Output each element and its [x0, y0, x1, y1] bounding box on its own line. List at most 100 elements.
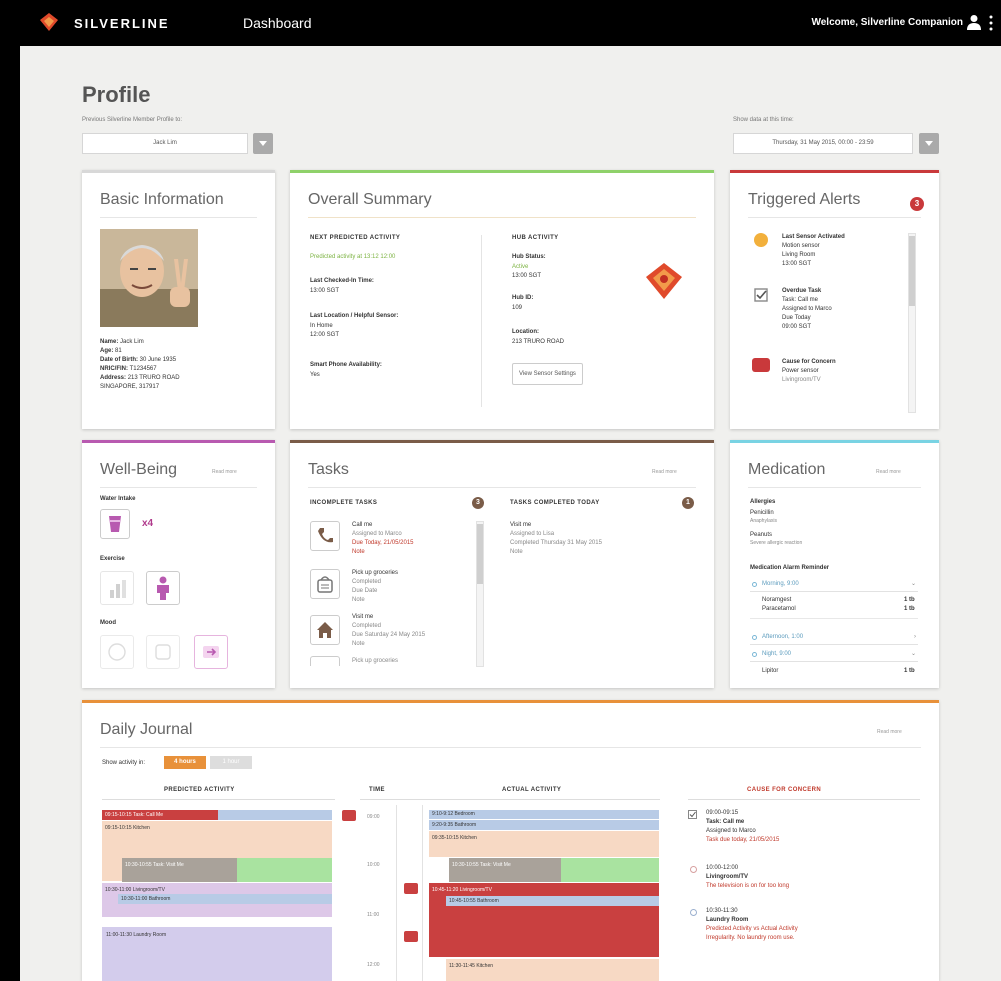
exercise-active-tile[interactable] — [146, 571, 180, 605]
toggle-1-hour[interactable]: 1 hour — [210, 756, 252, 769]
concern-marker-icon[interactable] — [404, 883, 418, 894]
task-title: Pick up groceries — [352, 570, 399, 576]
read-more-link[interactable]: Read more — [876, 469, 901, 475]
member-address: 213 TRURO ROAD — [127, 375, 180, 381]
completed-task-item[interactable]: Visit me Assigned to Lisa Completed Thur… — [510, 521, 680, 557]
col-concern-header: CAUSE FOR CONCERN — [747, 787, 822, 793]
alerts-scrollbar[interactable] — [908, 233, 916, 413]
concern-marker-icon[interactable] — [342, 810, 356, 821]
name-label: Name: — [100, 339, 119, 345]
actual-block[interactable]: 9:10-9:12 Bedroom — [429, 810, 659, 819]
alert-line: Task: Call me — [782, 297, 819, 303]
task-line: Note — [352, 641, 365, 647]
last-checkin-label: Last Checked-In Time: — [310, 278, 374, 284]
nav-dashboard-link[interactable]: Dashboard — [243, 15, 312, 31]
member-select-button[interactable] — [253, 133, 273, 154]
med-group-time: Afternoon, 1:00 — [762, 634, 804, 640]
med-group-header[interactable]: Morning, 9:00 ⌄ — [750, 580, 918, 592]
concern-item[interactable]: 09:00-09:15 Task: Call me Assigned to Ma… — [706, 809, 916, 845]
date-select-label: Show data at this time: — [733, 117, 794, 123]
last-location-label: Last Location / Helpful Sensor: — [310, 313, 399, 319]
mood-tile-neutral[interactable] — [146, 635, 180, 669]
member-select[interactable]: Jack Lim — [82, 133, 248, 154]
alert-count-badge: 3 — [910, 197, 924, 211]
alert-item[interactable]: Cause for Concern Power sensor Livingroo… — [782, 358, 902, 385]
predicted-block[interactable] — [237, 858, 332, 882]
task-line: Completed Thursday 31 May 2015 — [510, 540, 602, 546]
member-city: SINGAPORE, 317917 — [100, 384, 160, 390]
task-item[interactable]: Call me Assigned to Marco Due Today, 21/… — [352, 521, 462, 557]
concern-title: Livingroom/TV — [706, 874, 748, 880]
top-bar: SILVERLINE Dashboard Welcome, Silverline… — [0, 0, 1001, 46]
concern-line: Task due today, 21/05/2015 — [706, 837, 780, 843]
mood-tile-happy[interactable] — [194, 635, 228, 669]
exercise-low-tile[interactable] — [100, 571, 134, 605]
water-intake-tile[interactable] — [100, 509, 130, 539]
predicted-block[interactable]: 10:30-10:55 Task: Visit Me — [122, 858, 237, 882]
more-menu-icon[interactable] — [989, 15, 993, 31]
hub-id-label: Hub ID: — [512, 295, 534, 301]
task-item[interactable]: Visit me Completed Due Saturday 24 May 2… — [352, 613, 462, 649]
task-item[interactable]: Pick up groceries Completed Due Date Not… — [352, 569, 462, 605]
card-title: Basic Information — [100, 191, 224, 208]
actual-block[interactable]: 11:30-11:45 Kitchen — [446, 959, 659, 981]
task-checkbox-icon — [688, 810, 697, 819]
hub-activity-header: HUB ACTIVITY — [512, 235, 559, 241]
predicted-block[interactable]: 11:00-11:30 Laundry Room — [102, 927, 332, 981]
read-more-link[interactable]: Read more — [652, 469, 677, 475]
alert-item[interactable]: Last Sensor Activated Motion sensor Livi… — [782, 233, 902, 269]
task-line: Completed — [352, 623, 382, 629]
actual-block[interactable]: 09:35-10:15 Kitchen — [429, 831, 659, 857]
brand-name[interactable]: SILVERLINE — [74, 16, 170, 31]
toggle-4-hours[interactable]: 4 hours — [164, 756, 206, 769]
age-label: Age: — [100, 348, 114, 354]
med-name: Lipitor — [762, 668, 779, 674]
read-more-link[interactable]: Read more — [212, 469, 237, 475]
sensor-alert-icon — [754, 233, 768, 247]
hub-status-label: Hub Status: — [512, 254, 546, 260]
triggered-alerts-card: Triggered Alerts 3 Last Sensor Activated… — [730, 170, 939, 429]
date-select-button[interactable] — [919, 133, 939, 154]
next-activity-value: Predicted activity at 13:12 12:00 — [310, 254, 396, 260]
scrollbar-thumb[interactable] — [909, 236, 915, 306]
hub-status-time: 13:00 SGT — [512, 273, 542, 279]
page-title: Profile — [82, 82, 151, 107]
overall-summary-card: Overall Summary NEXT PREDICTED ACTIVITY … — [290, 170, 714, 429]
view-sensor-settings-button[interactable]: View Sensor Settings — [512, 363, 583, 385]
concern-item[interactable]: 10:30-11:30 Laundry Room Predicted Activ… — [706, 907, 916, 943]
med-qty: 1 tb — [904, 668, 915, 674]
med-group-header[interactable]: Night, 9:00 ⌄ — [750, 650, 918, 662]
silverline-logo-icon[interactable] — [38, 11, 60, 33]
user-icon[interactable] — [967, 14, 981, 30]
actual-block[interactable]: 9:20-9:35 Bathroom — [429, 820, 659, 830]
column-divider — [481, 235, 482, 407]
last-location-value: In Home — [310, 323, 333, 329]
member-details: Name: Jack Lim Age: 81 Date of Birth: 30… — [100, 338, 270, 392]
actual-block[interactable]: 10:45-10:55 Bathroom — [446, 896, 659, 906]
med-group-header[interactable]: Afternoon, 1:00 › — [750, 633, 918, 645]
alert-title: Last Sensor Activated — [782, 234, 845, 240]
water-intake-count: x4 — [142, 518, 154, 529]
concern-marker-icon[interactable] — [404, 931, 418, 942]
basic-info-card: Basic Information Name: Jack Lim Age: 81… — [82, 170, 275, 429]
concern-item[interactable]: 10:00-12:00 Livingroom/TV The television… — [706, 864, 916, 891]
tasks-card: Tasks Read more INCOMPLETE TASKS 3 TASKS… — [290, 440, 714, 688]
date-select[interactable]: Thursday, 31 May 2015, 00:00 - 23:59 — [733, 133, 913, 154]
actual-block[interactable] — [561, 858, 659, 882]
daily-journal-card: Daily Journal Read more Show activity in… — [82, 700, 939, 981]
read-more-link[interactable]: Read more — [877, 729, 902, 735]
actual-block[interactable]: 10:30-10:55 Task: Visit Me — [449, 858, 561, 882]
predicted-block[interactable]: 09:15-10:15 Task: Call Me — [102, 810, 218, 820]
alert-line: Livingroom/TV — [782, 377, 821, 383]
predicted-block[interactable]: 10:30-11:00 Bathroom — [118, 894, 332, 904]
hub-location-value: 213 TRURO ROAD — [512, 339, 564, 345]
task-item[interactable]: Pick up groceries — [352, 657, 398, 666]
nric-label: NRIC/FIN: — [100, 366, 128, 372]
welcome-text[interactable]: Welcome, Silverline Companion — [811, 17, 963, 28]
mood-tile-sad[interactable] — [100, 635, 134, 669]
tasks-scrollbar[interactable] — [476, 521, 484, 667]
concern-line: Assigned to Marco — [706, 828, 756, 834]
alert-item[interactable]: Overdue Task Task: Call me Assigned to M… — [782, 287, 902, 332]
scrollbar-thumb[interactable] — [477, 524, 483, 584]
actual-block[interactable]: 10:45-11:20 Livingroom/TV — [429, 883, 659, 957]
